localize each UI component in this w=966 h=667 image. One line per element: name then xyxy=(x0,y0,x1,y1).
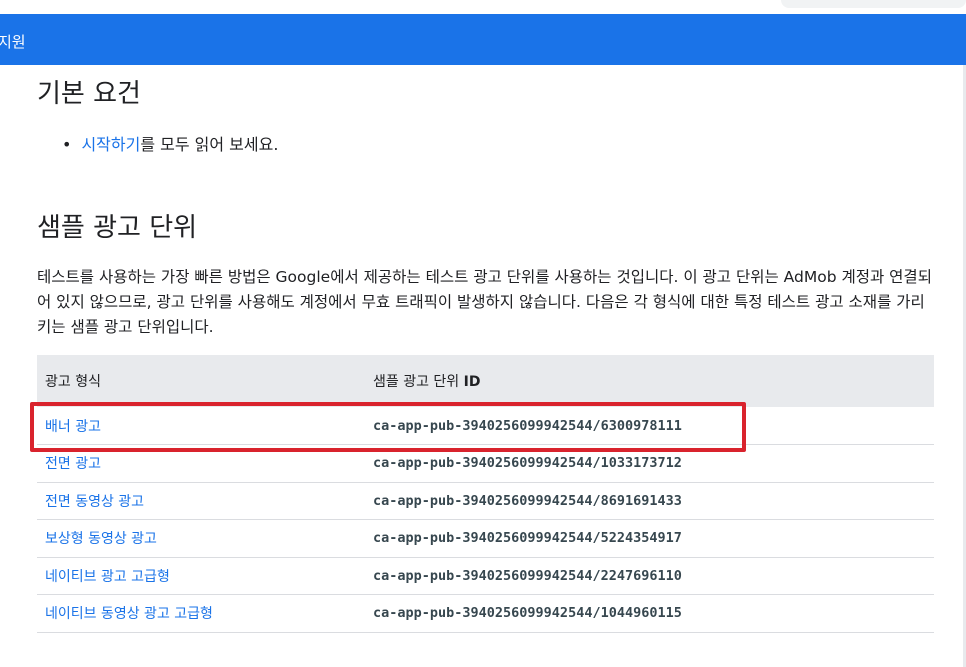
table-row-link[interactable]: 보상형 동영상 광고 xyxy=(45,531,157,547)
header-ad-format: 광고 형식 xyxy=(45,374,101,390)
ad-unit-id: ca-app-pub-3940256099942544/5224354917 xyxy=(373,519,934,558)
header-id-label: ID xyxy=(463,374,481,390)
get-started-link[interactable]: 시작하기 xyxy=(81,135,140,154)
table-row-link[interactable]: 배너 광고 xyxy=(45,419,101,435)
ad-format-link-interstitial-video[interactable]: 전면 동영상 광고 xyxy=(37,482,373,520)
ad-format-link-interstitial[interactable]: 전면 광고 xyxy=(37,444,373,483)
table-row: 전면 광고 ca-app-pub-3940256099942544/103317… xyxy=(37,444,934,483)
sample-description: 테스트를 사용하는 가장 빠른 방법은 Google에서 제공하는 테스트 광고… xyxy=(37,268,932,336)
ad-format-link-banner[interactable]: 배너 광고 xyxy=(37,407,373,445)
ad-format-link-native-advanced[interactable]: 네이티브 광고 고급형 xyxy=(37,557,373,595)
section-title-basic: 기본 요건 xyxy=(37,79,141,109)
search-box-edge[interactable] xyxy=(781,0,966,8)
table-row-link[interactable]: 전면 광고 xyxy=(45,456,101,472)
table-row: 네이티브 동영상 광고 고급형 ca-app-pub-3940256099942… xyxy=(37,594,934,633)
ad-unit-id: ca-app-pub-3940256099942544/1044960115 xyxy=(373,594,934,633)
table-row: 전면 동영상 광고 ca-app-pub-3940256099942544/86… xyxy=(37,482,934,520)
top-strip xyxy=(0,0,966,14)
table-row-link[interactable]: 네이티브 동영상 광고 고급형 xyxy=(45,606,213,622)
header-sample-id: 샘플 광고 단위 ID xyxy=(373,355,934,407)
header-sample-label: 샘플 광고 단위 xyxy=(373,374,460,390)
ad-format-link-rewarded-video[interactable]: 보상형 동영상 광고 xyxy=(37,519,373,558)
table-row-link[interactable]: 전면 동영상 광고 xyxy=(45,494,144,510)
nav-tab-support[interactable]: 지원 xyxy=(0,31,26,52)
table-row-link[interactable]: 네이티브 광고 고급형 xyxy=(45,569,170,585)
bullet-text: 를 모두 읽어 보세요. xyxy=(140,135,279,154)
ad-unit-id: ca-app-pub-3940256099942544/1033173712 xyxy=(373,444,934,483)
section-title-sample: 샘플 광고 단위 xyxy=(37,213,198,243)
table-row: 네이티브 광고 고급형 ca-app-pub-3940256099942544/… xyxy=(37,557,934,595)
ad-unit-id: ca-app-pub-3940256099942544/8691691433 xyxy=(373,482,934,520)
table-row: 보상형 동영상 광고 ca-app-pub-3940256099942544/5… xyxy=(37,519,934,558)
ad-format-link-native-video-advanced[interactable]: 네이티브 동영상 광고 고급형 xyxy=(37,594,373,633)
nav-bar: 지원 xyxy=(0,14,966,65)
ad-unit-id: ca-app-pub-3940256099942544/2247696110 xyxy=(373,557,934,595)
sample-ad-units-table: 광고 형식 샘플 광고 단위 ID 배너 광고 ca-app-pub-39402… xyxy=(37,355,934,633)
bullet-dot-icon: • xyxy=(62,135,72,154)
ad-unit-id: ca-app-pub-3940256099942544/6300978111 xyxy=(373,407,934,445)
table-header-row: 광고 형식 샘플 광고 단위 ID xyxy=(37,355,934,407)
table-row: 배너 광고 ca-app-pub-3940256099942544/630097… xyxy=(37,407,934,445)
list-item: • 시작하기를 모두 읽어 보세요. xyxy=(62,131,278,155)
